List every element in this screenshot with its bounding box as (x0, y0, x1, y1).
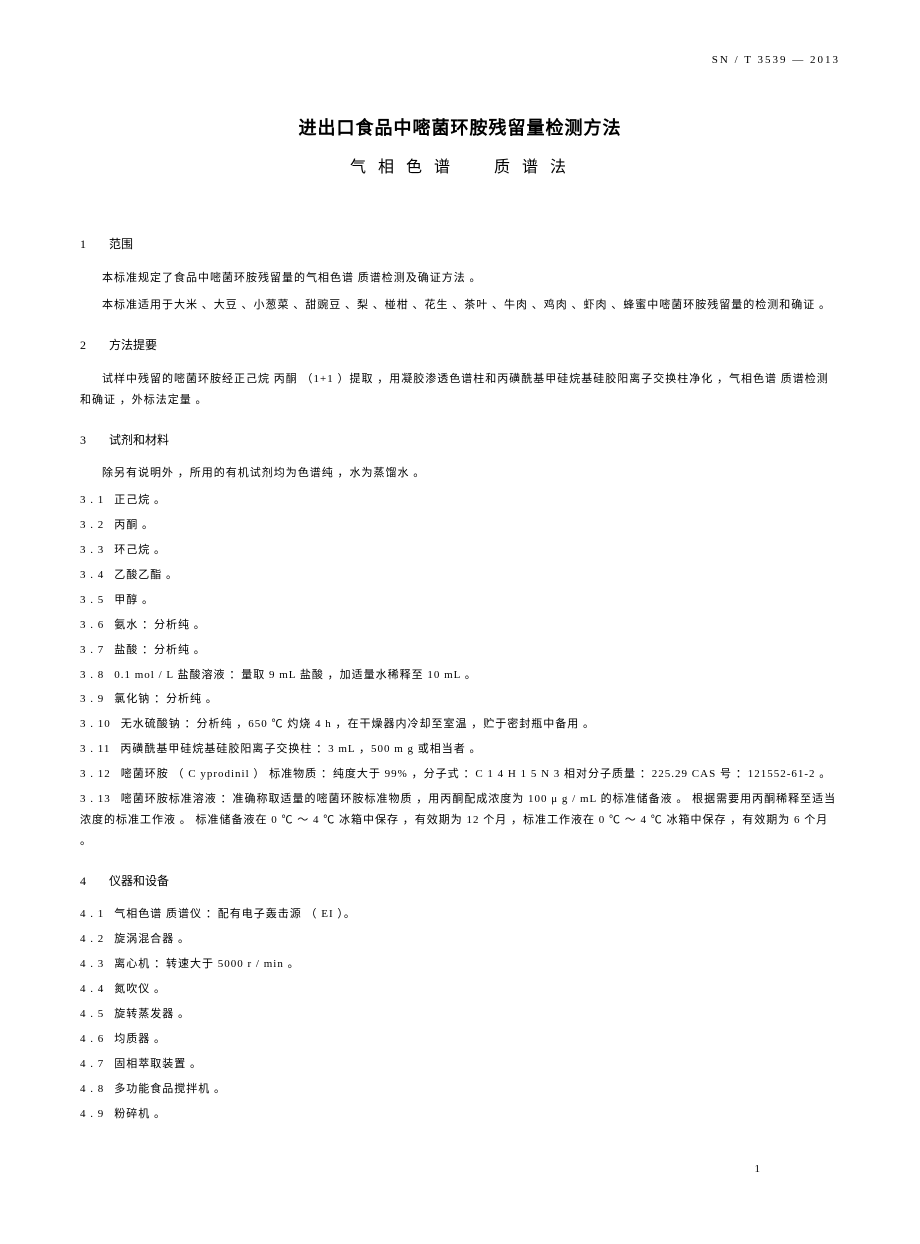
item-3-2-text: 丙酮 。 (114, 519, 154, 531)
section-3-intro: 除另有说明外 ，所用的有机试剂均为色谱纯 ，水为蒸馏水 。 (80, 463, 840, 484)
item-4-2: 4 . 2旋涡混合器 。 (80, 929, 840, 950)
item-3-11-text: 丙磺酰基甲硅烷基硅胶阳离子交换柱 ：3 mL ，500 m g 或相当者 。 (120, 743, 481, 755)
section-3-number: 3 (80, 429, 106, 452)
item-4-8-text: 多功能食品搅拌机 。 (114, 1083, 226, 1095)
section-3-title: 试剂和材料 (109, 433, 169, 447)
item-3-1-text: 正己烷 。 (114, 494, 166, 506)
header-standard-code: SN / T 3539 — 2013 (80, 50, 840, 71)
item-3-13-text: 嘧菌环胺标准溶液 ：准确称取适量的嘧菌环胺标准物质 ，用丙酮配成浓度为 100 … (80, 793, 836, 847)
item-3-5-text: 甲醇 。 (114, 594, 154, 606)
item-3-8: 3 . 80.1 mol / L 盐酸溶液 ：量取 9 mL 盐酸 ，加适量水稀… (80, 665, 840, 686)
item-3-3-text: 环己烷 。 (114, 544, 166, 556)
item-3-1: 3 . 1正己烷 。 (80, 490, 840, 511)
item-3-6-text: 氨水 ：分析纯 。 (114, 619, 206, 631)
item-3-13: 3 . 13嘧菌环胺标准溶液 ：准确称取适量的嘧菌环胺标准物质 ，用丙酮配成浓度… (80, 789, 840, 852)
item-3-2: 3 . 2丙酮 。 (80, 515, 840, 536)
section-1-para-2: 本标准适用于大米 、大豆 、小葱菜 、甜豌豆 、梨 、椪柑 、花生 、茶叶 、牛… (80, 295, 840, 316)
item-4-1: 4 . 1气相色谱 质谱仪 ：配有电子轰击源 （ EI ）。 (80, 904, 840, 925)
section-2-title: 方法提要 (109, 338, 157, 352)
item-4-9: 4 . 9粉碎机 。 (80, 1104, 840, 1125)
item-4-5-text: 旋转蒸发器 。 (114, 1008, 190, 1020)
item-4-7: 4 . 7固相萃取装置 。 (80, 1054, 840, 1075)
page-container: SN / T 3539 — 2013 进出口食品中嘧菌环胺残留量检测方法 气 相… (80, 50, 840, 1200)
section-4-heading: 4 仪器和设备 (80, 870, 840, 893)
item-4-4-text: 氮吹仪 。 (114, 983, 166, 995)
item-4-8: 4 . 8多功能食品搅拌机 。 (80, 1079, 840, 1100)
subtitle-right: 质 谱 法 (494, 159, 570, 176)
item-3-8-text: 0.1 mol / L 盐酸溶液 ：量取 9 mL 盐酸 ，加适量水稀释至 10… (114, 669, 476, 681)
section-2-para-1: 试样中残留的嘧菌环胺经正己烷 丙酮 （1+1 ）提取 ，用凝胶渗透色谱柱和丙磺酰… (80, 369, 840, 411)
item-3-3: 3 . 3环己烷 。 (80, 540, 840, 561)
page-number: 1 (755, 1159, 761, 1180)
item-3-6: 3 . 6氨水 ：分析纯 。 (80, 615, 840, 636)
item-3-10: 3 . 10无水硫酸钠 ：分析纯 ，650 ℃ 灼烧 4 h ，在干燥器内冷却至… (80, 714, 840, 735)
item-3-9: 3 . 9氯化钠 ：分析纯 。 (80, 689, 840, 710)
section-2-heading: 2 方法提要 (80, 334, 840, 357)
section-4-number: 4 (80, 870, 106, 893)
item-3-7-text: 盐酸 ：分析纯 。 (114, 644, 206, 656)
document-subtitle: 气 相 色 谱质 谱 法 (80, 153, 840, 183)
item-4-6-text: 均质器 。 (114, 1033, 166, 1045)
item-4-5: 4 . 5旋转蒸发器 。 (80, 1004, 840, 1025)
item-3-12-text: 嘧菌环胺 （ C yprodinil ） 标准物质 ：纯度大于 99% ，分子式… (121, 768, 832, 780)
section-1-heading: 1 范围 (80, 233, 840, 256)
item-3-10-text: 无水硫酸钠 ：分析纯 ，650 ℃ 灼烧 4 h ，在干燥器内冷却至室温 ，贮于… (121, 718, 595, 730)
item-3-7: 3 . 7盐酸 ：分析纯 。 (80, 640, 840, 661)
section-4-title: 仪器和设备 (109, 874, 169, 888)
item-4-7-text: 固相萃取装置 。 (114, 1058, 202, 1070)
item-3-11: 3 . 11丙磺酰基甲硅烷基硅胶阳离子交换柱 ：3 mL ，500 m g 或相… (80, 739, 840, 760)
section-3-heading: 3 试剂和材料 (80, 429, 840, 452)
item-4-4: 4 . 4氮吹仪 。 (80, 979, 840, 1000)
item-4-1-text: 气相色谱 质谱仪 ：配有电子轰击源 （ EI ）。 (114, 908, 356, 920)
section-1-title: 范围 (109, 237, 133, 251)
item-4-3: 4 . 3离心机 ：转速大于 5000 r / min 。 (80, 954, 840, 975)
item-3-4: 3 . 4乙酸乙酯 。 (80, 565, 840, 586)
item-3-12: 3 . 12嘧菌环胺 （ C yprodinil ） 标准物质 ：纯度大于 99… (80, 764, 840, 785)
item-4-9-text: 粉碎机 。 (114, 1108, 166, 1120)
section-1-number: 1 (80, 233, 106, 256)
item-3-4-text: 乙酸乙酯 。 (114, 569, 178, 581)
subtitle-left: 气 相 色 谱 (350, 159, 454, 176)
section-2-number: 2 (80, 334, 106, 357)
section-1-para-1: 本标准规定了食品中嘧菌环胺残留量的气相色谱 质谱检测及确证方法 。 (80, 268, 840, 289)
item-3-9-text: 氯化钠 ：分析纯 。 (114, 693, 218, 705)
document-title: 进出口食品中嘧菌环胺残留量检测方法 (80, 111, 840, 145)
item-4-2-text: 旋涡混合器 。 (114, 933, 190, 945)
item-3-5: 3 . 5甲醇 。 (80, 590, 840, 611)
item-4-6: 4 . 6均质器 。 (80, 1029, 840, 1050)
item-4-3-text: 离心机 ：转速大于 5000 r / min 。 (114, 958, 299, 970)
